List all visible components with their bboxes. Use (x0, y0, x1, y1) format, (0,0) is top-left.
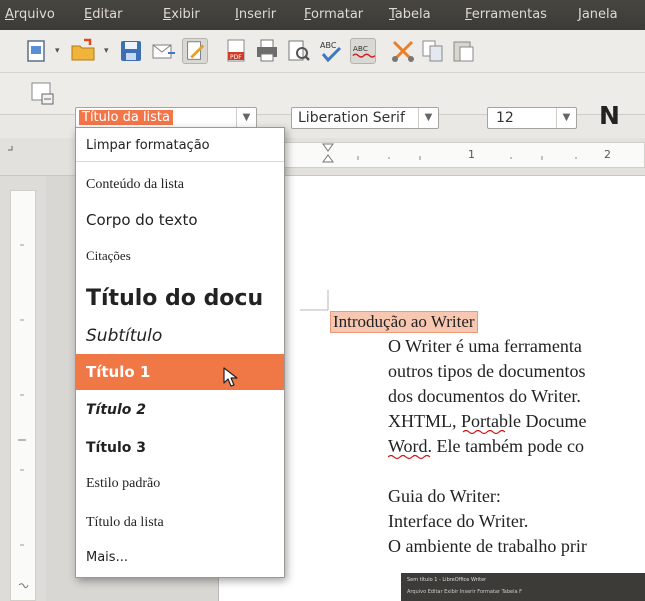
style-item-conteudo-da-lista[interactable]: Conteúdo da lista (76, 172, 284, 198)
menu-exibir[interactable]: Exibir (163, 7, 200, 22)
copy-icon[interactable] (420, 38, 446, 64)
menu-janela[interactable]: Janela (578, 7, 618, 22)
print-preview-icon[interactable] (285, 38, 311, 64)
menu-arquivo[interactable]: Arquivo (5, 7, 55, 22)
font-name-value: Liberation Serif (298, 110, 405, 126)
thumbnail-title: Sem título 1 - LibreOffice Writer (407, 577, 487, 583)
dropdown-separator (76, 161, 284, 162)
export-pdf-icon[interactable]: PDF (223, 38, 249, 64)
new-dropdown-icon[interactable]: ▾ (55, 46, 60, 56)
font-name-combobox[interactable]: Liberation Serif ▼ (291, 107, 439, 129)
document-line-8[interactable]: Interface do Writer. (388, 511, 528, 532)
tab-type-icon[interactable] (8, 146, 13, 151)
open-folder-icon[interactable] (70, 37, 96, 63)
bold-button[interactable]: N (599, 101, 620, 130)
style-item-estilo-padrao[interactable]: Estilo padrão (76, 470, 284, 498)
svg-text:ABC: ABC (353, 44, 368, 53)
new-document-icon[interactable] (23, 38, 49, 64)
document-line-2[interactable]: outros tipos de documentos (388, 361, 585, 382)
spellcheck-icon[interactable]: ABC (318, 38, 344, 64)
menu-inserir[interactable]: Inserir (235, 7, 276, 22)
save-icon[interactable] (118, 38, 144, 64)
paragraph-style-dropdown-icon[interactable]: ▼ (236, 108, 256, 128)
font-size-combobox[interactable]: 12 ▼ (487, 107, 577, 129)
style-more[interactable]: Mais... (76, 545, 284, 571)
print-icon[interactable] (254, 38, 280, 64)
menu-editar[interactable]: Editar (84, 7, 123, 22)
ruler-label-2: 2 (604, 148, 611, 161)
autospellcheck-icon[interactable]: ABC (350, 38, 376, 64)
style-item-subtitulo[interactable]: Subtítulo (76, 321, 284, 351)
font-size-dropdown-icon[interactable]: ▼ (556, 108, 576, 128)
cut-icon[interactable] (390, 38, 416, 64)
ruler-label-1: 1 (468, 148, 475, 161)
open-dropdown-icon[interactable]: ▾ (104, 46, 109, 56)
document-heading[interactable]: Introdução ao Writer (330, 311, 478, 333)
document-line-3[interactable]: dos documentos do Writer. (388, 386, 581, 407)
document-line-1[interactable]: O Writer é uma ferramenta (388, 336, 582, 357)
style-item-titulo-da-lista[interactable]: Título da lista (76, 509, 284, 537)
style-item-titulo-do-documento[interactable]: Título do docu (76, 281, 284, 317)
standard-toolbar: ▾ ▾ PDF ABC ABC (0, 30, 645, 73)
menu-tabela[interactable]: Tabela (389, 7, 431, 22)
menu-formatar[interactable]: Formatar (304, 7, 363, 22)
svg-text:ABC: ABC (320, 41, 337, 50)
indent-marker-icon[interactable] (322, 143, 334, 163)
style-item-titulo-2[interactable]: Título 2 (76, 395, 284, 425)
paste-icon[interactable] (450, 38, 476, 64)
document-line-4[interactable]: XHTML, Portable Docume (388, 411, 586, 432)
font-name-dropdown-icon[interactable]: ▼ (418, 108, 438, 128)
svg-text:PDF: PDF (230, 54, 242, 61)
document-line-7[interactable]: Guia do Writer: (388, 486, 501, 507)
style-item-corpo-do-texto[interactable]: Corpo do texto (76, 206, 284, 234)
paragraph-style-dropdown: Limpar formatação Conteúdo da lista Corp… (75, 127, 285, 578)
spelling-squiggles (388, 430, 506, 460)
paragraph-style-combobox[interactable]: Título da lista ▼ (75, 107, 257, 129)
email-icon[interactable] (150, 39, 176, 65)
document-line-9[interactable]: O ambiente de trabalho prir (388, 536, 587, 557)
vertical-ruler-marks (18, 244, 29, 589)
style-item-titulo-3[interactable]: Título 3 (76, 433, 284, 463)
embedded-screenshot-image: Sem título 1 - LibreOffice Writer Arquiv… (401, 573, 645, 601)
style-item-titulo-1[interactable]: Título 1 (76, 354, 284, 390)
styles-window-icon[interactable] (29, 80, 55, 106)
menu-ferramentas[interactable]: Ferramentas (465, 7, 547, 22)
paragraph-style-value: Título da lista (79, 110, 173, 125)
thumbnail-menu: Arquivo Editar Exibir Inserir Formatar T… (407, 589, 523, 595)
font-size-value: 12 (496, 110, 514, 126)
edit-mode-icon[interactable] (182, 38, 208, 64)
mouse-pointer-icon (223, 367, 238, 387)
style-clear-formatting[interactable]: Limpar formatação (76, 133, 284, 159)
menu-bar: Arquivo Editar Exibir Inserir Formatar T… (0, 0, 645, 30)
style-item-citacoes[interactable]: Citações (76, 243, 284, 269)
